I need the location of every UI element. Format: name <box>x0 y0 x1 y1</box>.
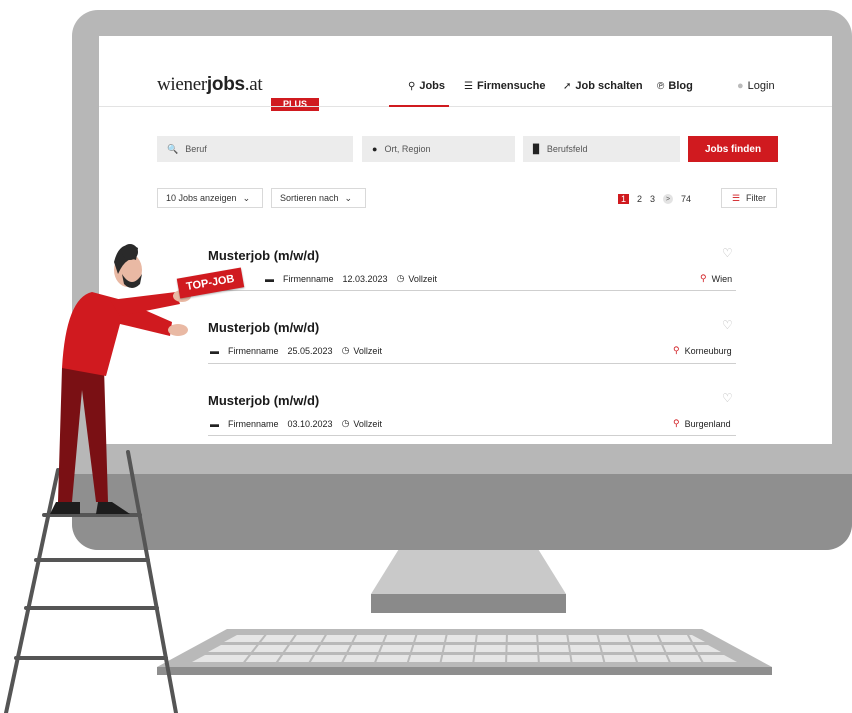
per-page-select[interactable]: 10 Jobs anzeigen ⌄ <box>157 188 263 208</box>
clock-icon: ◷ <box>396 273 405 283</box>
job-location: ⚲ Wien <box>700 273 733 284</box>
next-page-icon[interactable]: > <box>663 194 674 204</box>
clock-icon: ◷ <box>341 418 350 428</box>
nav-job-schalten[interactable]: ➚ Job schalten <box>563 80 643 92</box>
job-date: 25.05.2023 <box>287 345 333 356</box>
location-pin-icon: ● <box>372 144 378 154</box>
clock-icon: ◷ <box>341 345 350 355</box>
job-location: ⚲ Korneuburg <box>673 345 732 356</box>
header-divider <box>99 106 832 107</box>
sliders-icon: ☰ <box>731 192 741 203</box>
monitor-stand-neck <box>371 550 566 594</box>
job-divider <box>208 290 736 291</box>
nav-firmensuche[interactable]: ☰ Firmensuche <box>464 80 545 92</box>
jobs-finden-button[interactable]: Jobs finden <box>688 136 778 162</box>
nav-login[interactable]: ● Login <box>737 80 775 92</box>
sort-select[interactable]: Sortieren nach ⌄ <box>271 188 366 208</box>
berufsfeld-select[interactable]: ▉ Berufsfeld <box>523 136 680 162</box>
page-1-link[interactable]: 1 <box>618 194 630 204</box>
rss-icon: ℗ <box>657 80 665 92</box>
job-divider <box>208 435 736 436</box>
nav-active-indicator <box>389 105 449 107</box>
user-icon: ● <box>737 80 744 92</box>
job-date: 03.10.2023 <box>287 418 333 429</box>
logo[interactable]: wienerjobs.at <box>157 74 263 96</box>
pagination: 1 2 3 > 74 <box>618 194 691 204</box>
job-meta: ▬ Firmenname 12.03.2023 ◷ Vollzeit <box>265 273 437 284</box>
heart-icon[interactable]: ♡ <box>722 391 733 405</box>
job-type: Vollzeit <box>353 418 382 429</box>
nav-blog[interactable]: ℗ Blog <box>657 80 693 92</box>
heart-icon[interactable]: ♡ <box>722 318 733 332</box>
job-location: ⚲ Burgenland <box>673 418 731 429</box>
location-pin-icon: ⚲ <box>673 418 680 428</box>
page-3-link[interactable]: 3 <box>650 194 655 204</box>
send-icon: ➚ <box>563 80 572 92</box>
company-name: Firmenname <box>283 273 334 284</box>
company-icon: ▬ <box>265 273 274 284</box>
filter-button[interactable]: ☰ Filter <box>721 188 777 208</box>
last-page-link[interactable]: 74 <box>681 194 691 204</box>
factory-icon: ▉ <box>533 143 540 154</box>
chevron-down-icon: ⌄ <box>344 192 353 203</box>
location-pin-icon: ⚲ <box>700 273 707 283</box>
search-icon: ⚲ <box>408 80 416 92</box>
beruf-input[interactable]: 🔍 Beruf <box>157 136 353 162</box>
search-icon: 🔍 <box>167 143 179 154</box>
list-icon: ☰ <box>464 80 473 92</box>
location-pin-icon: ⚲ <box>673 345 680 355</box>
heart-icon[interactable]: ♡ <box>722 246 733 260</box>
job-type: Vollzeit <box>408 273 437 284</box>
person-on-ladder-illustration <box>4 244 191 713</box>
monitor-stand-base <box>371 594 566 613</box>
job-date: 12.03.2023 <box>342 273 388 284</box>
job-type: Vollzeit <box>353 345 382 356</box>
page-2-link[interactable]: 2 <box>637 194 642 204</box>
nav-jobs[interactable]: ⚲ Jobs <box>408 80 445 92</box>
ort-input[interactable]: ● Ort, Region <box>362 136 515 162</box>
logo-plus-badge: PLUS <box>271 98 320 111</box>
job-divider <box>208 363 736 364</box>
chevron-down-icon: ⌄ <box>242 192 251 203</box>
